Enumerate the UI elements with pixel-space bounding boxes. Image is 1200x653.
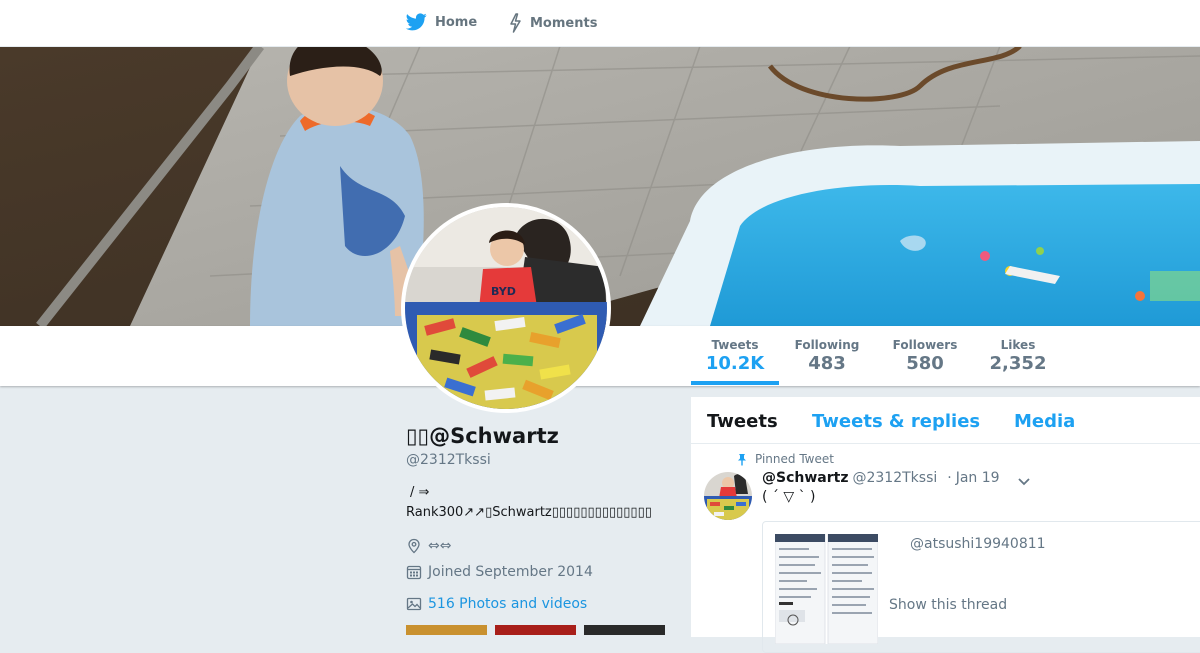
stat-following[interactable]: Following 483: [788, 338, 866, 374]
tweet-actions-caret[interactable]: [1017, 472, 1031, 491]
tweet-timestamp[interactable]: Jan 19: [956, 470, 1000, 486]
profile-joined: Joined September 2014: [406, 564, 676, 580]
calendar-icon: [406, 565, 422, 580]
tweet-avatar-photo: [704, 472, 752, 520]
stat-followers-value: 580: [906, 353, 944, 374]
tweet-author-name[interactable]: @Schwartz: [762, 470, 848, 486]
profile-card: ▯▯@Schwartz @2312Tkssi / ⇒ Rank300↗↗▯Sch…: [406, 420, 676, 612]
media-thumbnail[interactable]: [495, 625, 576, 635]
quoted-tweet-card[interactable]: @atsushi19940811 Show this thread: [762, 521, 1200, 653]
tweet-separator: ·: [947, 470, 952, 486]
tweet-author-handle[interactable]: @2312Tkssi: [852, 470, 937, 486]
avatar-photo: BYD: [405, 207, 607, 409]
tweet-header: @Schwartz @2312Tkssi · Jan 19: [762, 470, 1000, 486]
quoted-tweet-image: [775, 534, 878, 644]
quoted-tweet-user[interactable]: @atsushi19940811: [910, 536, 1046, 552]
stat-likes-value: 2,352: [989, 353, 1047, 374]
stat-followers-label: Followers: [892, 338, 958, 352]
tab-media[interactable]: Media: [1014, 411, 1075, 432]
tweet-text: ( ´ ▽ ` ): [762, 489, 816, 505]
media-thumbnail[interactable]: [406, 625, 487, 635]
profile-location: ⇔⇔: [406, 538, 676, 554]
joined-text: Joined September 2014: [428, 564, 593, 580]
media-thumbnails: [406, 625, 666, 635]
media-thumbnail[interactable]: [584, 625, 665, 635]
profile-handle[interactable]: @2312Tkssi: [406, 452, 676, 468]
nav-home-label: Home: [435, 14, 478, 30]
svg-text:BYD: BYD: [491, 285, 516, 298]
stat-likes[interactable]: Likes 2,352: [982, 338, 1054, 374]
location-pin-icon: [408, 538, 420, 554]
pin-icon: [738, 453, 746, 465]
image-icon: [406, 597, 422, 611]
profile-avatar[interactable]: BYD: [401, 203, 611, 413]
stat-following-value: 483: [808, 353, 846, 374]
tweets-timeline: Tweets Tweets & replies Media Pinned Twe…: [691, 397, 1200, 653]
photos-videos-link[interactable]: 516 Photos and videos: [428, 596, 587, 612]
stat-tweets-label: Tweets: [711, 338, 759, 352]
nav-moments-label: Moments: [530, 15, 598, 31]
chevron-down-icon: [1018, 478, 1030, 486]
tweet-avatar[interactable]: [704, 472, 752, 520]
show-thread-link[interactable]: Show this thread: [889, 597, 1007, 613]
stat-tweets-value: 10.2K: [705, 353, 765, 374]
bio-line-1: / ⇒: [410, 485, 430, 500]
stat-followers[interactable]: Followers 580: [886, 338, 964, 374]
top-navigation: Home Moments: [0, 0, 1200, 47]
stat-following-label: Following: [794, 338, 860, 352]
bio-line-2: Rank300↗↗▯Schwartz▯▯▯▯▯▯▯▯▯▯▯▯▯▯: [406, 505, 652, 520]
profile-display-name[interactable]: ▯▯@Schwartz: [406, 422, 676, 450]
profile-photos: 516 Photos and videos: [406, 596, 676, 612]
pinned-text: Pinned Tweet: [755, 452, 834, 466]
location-text: ⇔⇔: [428, 538, 452, 554]
active-stat-indicator: [691, 381, 779, 385]
stat-tweets[interactable]: Tweets 10.2K: [691, 338, 779, 374]
timeline-tabs: Tweets Tweets & replies Media: [691, 397, 1200, 444]
stat-likes-label: Likes: [1000, 338, 1036, 352]
lightning-icon: [510, 13, 521, 33]
profile-bio: / ⇒ Rank300↗↗▯Schwartz▯▯▯▯▯▯▯▯▯▯▯▯▯▯: [406, 483, 676, 523]
twitter-bird-icon: [406, 13, 427, 31]
nav-home[interactable]: Home: [406, 13, 477, 31]
pinned-tweet-label: Pinned Tweet: [737, 452, 834, 466]
tab-tweets[interactable]: Tweets: [707, 411, 778, 432]
nav-moments[interactable]: Moments: [508, 13, 597, 33]
tab-tweets-replies[interactable]: Tweets & replies: [812, 411, 980, 432]
